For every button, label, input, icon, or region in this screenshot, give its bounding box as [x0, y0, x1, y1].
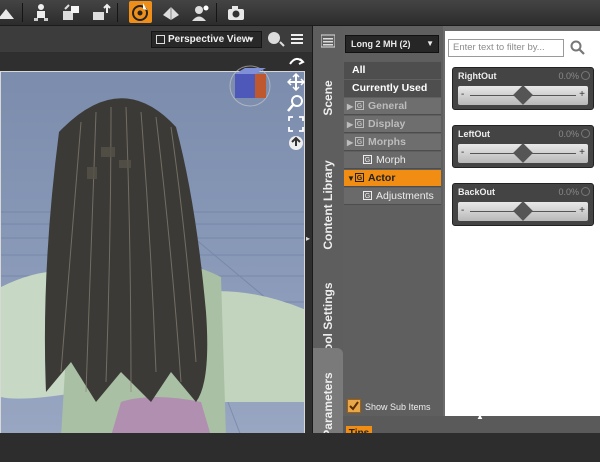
- slider-track[interactable]: - +: [458, 143, 588, 163]
- viewport-3d[interactable]: Perspective View ▼ ▸: [0, 26, 312, 462]
- render-icon[interactable]: [226, 3, 246, 22]
- slider-leftout[interactable]: LeftOut 0.0% - +: [452, 125, 594, 168]
- expand-arrow-icon[interactable]: ▶: [347, 134, 353, 151]
- slider-handle[interactable]: [513, 201, 533, 221]
- node-selector-dropdown[interactable]: Long 2 MH (2) ▼: [345, 35, 439, 53]
- tree-item-actor[interactable]: ▼ G Actor: [344, 170, 441, 187]
- tree-item-label: Morphs: [368, 136, 406, 148]
- minus-icon[interactable]: -: [461, 205, 464, 216]
- show-sub-items-checkbox[interactable]: [347, 399, 361, 413]
- slider-label: RightOut: [458, 71, 497, 81]
- tree-item-label: Display: [368, 118, 406, 130]
- toolbar-separator: [216, 3, 217, 22]
- tree-item-adjustments[interactable]: G Adjustments: [344, 188, 441, 205]
- export-icon[interactable]: [91, 3, 111, 22]
- tab-scene-label: Scene: [321, 80, 335, 116]
- display-style-icon[interactable]: [266, 30, 286, 48]
- orbit-camera-icon[interactable]: [287, 52, 305, 70]
- filter-input[interactable]: Enter text to filter by...: [448, 39, 564, 57]
- universal-tool-icon[interactable]: [129, 1, 152, 23]
- figure-icon[interactable]: [31, 3, 51, 22]
- slider-track[interactable]: - +: [458, 201, 588, 221]
- slider-value[interactable]: 0.0%: [558, 187, 579, 197]
- expand-arrow-icon[interactable]: ▶: [347, 116, 353, 133]
- slider-handle[interactable]: [513, 143, 533, 163]
- collapse-arrow-icon[interactable]: ▼: [347, 170, 355, 187]
- tree-item-label: Actor: [368, 172, 396, 184]
- pan-camera-icon[interactable]: [286, 72, 306, 92]
- expand-arrow-icon[interactable]: ▶: [347, 98, 353, 115]
- group-icon: G: [355, 101, 364, 110]
- minus-icon[interactable]: -: [461, 147, 464, 158]
- toolbar-separator: [22, 3, 23, 22]
- node-selector-label: Long 2 MH (2): [351, 39, 411, 49]
- group-icon: G: [355, 119, 364, 128]
- tree-item-all[interactable]: All: [344, 62, 441, 79]
- slider-value[interactable]: 0.0%: [558, 71, 579, 81]
- tree-item-general[interactable]: ▶ G General: [344, 98, 441, 115]
- tab-tool-settings-label: Tool Settings: [321, 282, 335, 358]
- property-list-pane: Enter text to filter by... RightOut 0.0%…: [445, 31, 600, 416]
- group-icon: G: [363, 191, 372, 200]
- expand-up-icon[interactable]: ▲: [476, 412, 484, 421]
- tree-item-morphs[interactable]: ▶ G Morphs: [344, 134, 441, 151]
- group-icon: G: [355, 173, 364, 182]
- camera-dropdown[interactable]: Perspective View ▼: [151, 31, 262, 48]
- property-tree-pane: Long 2 MH (2) ▼ All Currently Used ▶ G G…: [343, 26, 443, 416]
- filter-placeholder: Enter text to filter by...: [453, 42, 545, 53]
- group-icon: G: [363, 155, 372, 164]
- slider-backout[interactable]: BackOut 0.0% - +: [452, 183, 594, 226]
- tree-item-label: General: [368, 100, 408, 112]
- search-icon[interactable]: [570, 40, 586, 56]
- zoom-camera-icon[interactable]: [287, 94, 305, 112]
- frame-camera-icon[interactable]: [287, 115, 305, 133]
- plus-icon[interactable]: +: [579, 205, 585, 216]
- view-cube[interactable]: [228, 64, 272, 108]
- slider-label: BackOut: [458, 187, 496, 197]
- toolbar-separator: [117, 3, 118, 22]
- plus-icon[interactable]: +: [579, 89, 585, 100]
- slider-label: LeftOut: [458, 129, 490, 139]
- chevron-down-icon: ▼: [247, 35, 255, 44]
- pose-tool-icon[interactable]: [0, 3, 16, 22]
- slider-rightout[interactable]: RightOut 0.0% - +: [452, 67, 594, 110]
- viewport-menu-icon[interactable]: [289, 31, 305, 47]
- camera-label: Perspective View: [168, 34, 250, 45]
- morph-icon[interactable]: [61, 3, 81, 22]
- slider-handle[interactable]: [513, 85, 533, 105]
- gear-icon[interactable]: [581, 71, 590, 80]
- tree-item-label: All: [352, 64, 366, 76]
- main-toolbar: [0, 0, 600, 26]
- tab-scene[interactable]: Scene: [313, 54, 343, 142]
- view-layout-icon: [156, 35, 165, 44]
- panel-menu-icon[interactable]: [320, 34, 336, 48]
- tree-item-morph-loader[interactable]: G Morph Loader: [344, 152, 441, 183]
- tab-strip: Scene Content Library Tool Settings Para…: [313, 26, 343, 462]
- side-panel: Scene Content Library Tool Settings Para…: [312, 26, 600, 462]
- tree-item-display[interactable]: ▶ G Display: [344, 116, 441, 133]
- tab-content-library[interactable]: Content Library: [313, 148, 343, 262]
- show-sub-items-label: Show Sub Items: [365, 402, 431, 412]
- group-icon: G: [355, 137, 364, 146]
- minus-icon[interactable]: -: [461, 89, 464, 100]
- slider-value[interactable]: 0.0%: [558, 129, 579, 139]
- group-icon[interactable]: [191, 3, 211, 22]
- plus-icon[interactable]: +: [579, 147, 585, 158]
- scene-render[interactable]: [0, 71, 305, 435]
- chevron-down-icon: ▼: [426, 39, 434, 48]
- tab-content-library-label: Content Library: [321, 160, 335, 250]
- gear-icon[interactable]: [581, 187, 590, 196]
- tree-item-currently-used[interactable]: Currently Used: [344, 80, 441, 97]
- status-strip: [0, 433, 600, 462]
- tree-item-label: Currently Used: [352, 82, 428, 94]
- gear-icon[interactable]: [581, 129, 590, 138]
- smoothing-icon[interactable]: [161, 3, 181, 22]
- slider-track[interactable]: - +: [458, 85, 588, 105]
- reset-camera-icon[interactable]: [287, 134, 305, 152]
- tree-item-label: Adjustments: [376, 190, 434, 202]
- tab-parameters-label: Parameters: [321, 372, 335, 438]
